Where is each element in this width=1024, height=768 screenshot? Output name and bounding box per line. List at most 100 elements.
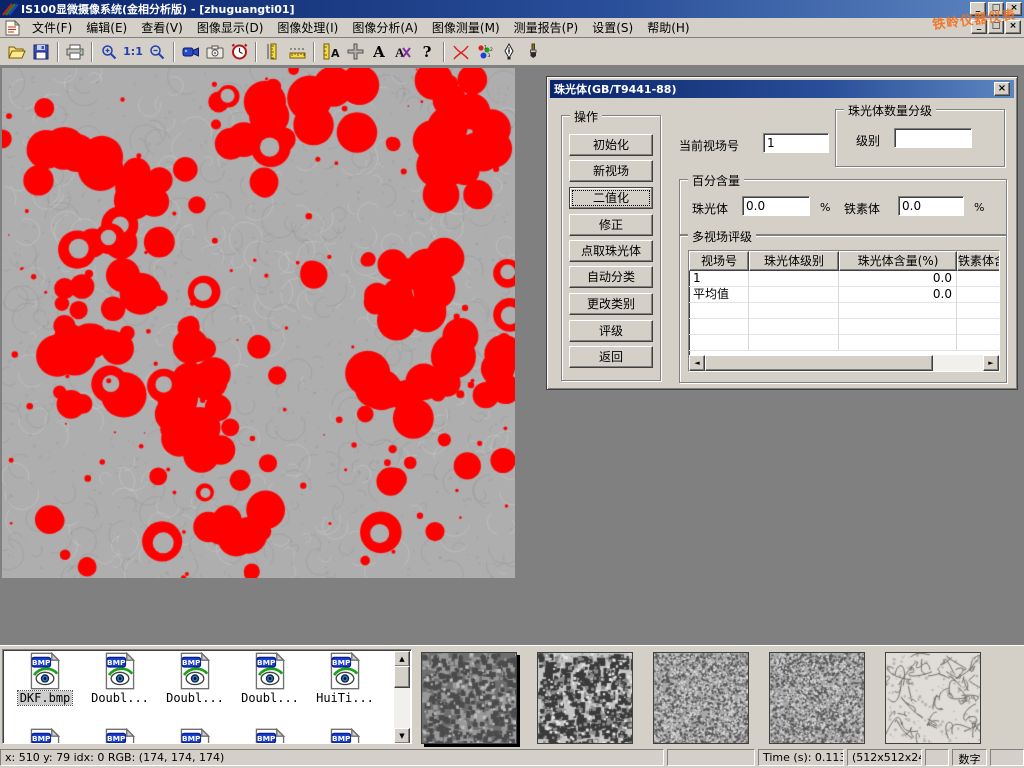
change-class-button[interactable]: 更改类别 [569, 293, 653, 315]
multi-field-group: 多视场评级 视场号 珠光体级别 珠光体含量(%) 铁素体含量(%) 1 0.0 … [679, 235, 1007, 383]
file-item[interactable] [309, 728, 381, 744]
horizontal-ruler-icon [289, 45, 306, 59]
timer-clock-button[interactable] [227, 40, 251, 64]
file-item[interactable]: Doubl... [84, 652, 156, 705]
count-marks-button[interactable]: 123 [473, 40, 497, 64]
table-row[interactable] [689, 335, 999, 351]
menu-bar: 文件(F) 编辑(E) 查看(V) 图像显示(D) 图像处理(I) 图像分析(A… [0, 18, 1024, 38]
table-row[interactable]: 1 0.0 [689, 271, 999, 287]
file-item[interactable] [234, 728, 306, 744]
calibrate-ruler-icon: A [323, 43, 340, 60]
init-button[interactable]: 初始化 [569, 134, 653, 156]
preview-thumbnail-1[interactable] [421, 652, 517, 744]
mdi-restore-button[interactable]: □ [988, 20, 1004, 34]
cell [839, 303, 957, 319]
cell [839, 319, 957, 335]
scroll-right-icon[interactable]: ► [983, 355, 999, 371]
grade-button[interactable]: 评级 [569, 320, 653, 342]
cell [749, 335, 839, 351]
dialog-close-button[interactable]: × [994, 82, 1010, 96]
menu-image-display[interactable]: 图像显示(D) [190, 19, 271, 37]
delete-annotation-button[interactable]: A [391, 40, 415, 64]
correct-button[interactable]: 修正 [569, 214, 653, 236]
col-field-number[interactable]: 视场号 [689, 251, 749, 271]
col-pearlite-grade[interactable]: 珠光体级别 [749, 251, 839, 271]
operation-group: 操作 初始化 新视场 二值化 修正 点取珠光体 自动分类 更改类别 评级 返回 [561, 115, 661, 381]
file-item[interactable] [9, 728, 81, 744]
cell [957, 287, 1000, 303]
calibrate-ruler-button[interactable]: A [319, 40, 343, 64]
actual-size-button[interactable]: 1:1 [121, 40, 145, 64]
zoom-in-button[interactable] [97, 40, 121, 64]
metallographic-image[interactable] [2, 68, 515, 578]
scrollbar-track[interactable] [933, 355, 983, 371]
menu-file[interactable]: 文件(F) [25, 19, 79, 37]
col-ferrite-content[interactable]: 铁素体含量(%) [957, 251, 1000, 271]
table-row[interactable] [689, 303, 999, 319]
text-annotation-button[interactable]: A [367, 40, 391, 64]
curve-measure-button[interactable] [449, 40, 473, 64]
col-pearlite-content[interactable]: 珠光体含量(%) [839, 251, 957, 271]
scroll-up-icon[interactable]: ▲ [394, 651, 410, 667]
restore-button[interactable]: □ [988, 2, 1004, 16]
move-cross-button[interactable] [343, 40, 367, 64]
preview-thumbnail-4[interactable] [769, 652, 865, 744]
close-button[interactable]: × [1006, 2, 1022, 16]
scroll-left-icon[interactable]: ◄ [689, 355, 705, 371]
preview-thumbnail-2[interactable] [537, 652, 633, 744]
video-camera-icon [182, 45, 200, 59]
mdi-close-button[interactable]: × [1005, 20, 1021, 34]
ferrite-percent-input[interactable] [898, 196, 964, 216]
print-button[interactable] [63, 40, 87, 64]
mdi-minimize-button[interactable]: _ [971, 20, 987, 34]
horizontal-ruler-button[interactable] [285, 40, 309, 64]
pick-pearlite-button[interactable]: 点取珠光体 [569, 240, 653, 262]
file-item[interactable] [84, 728, 156, 744]
text-annotation-icon: A [373, 43, 385, 61]
brush-button[interactable] [521, 40, 545, 64]
image-size-info: (512x512x24) [847, 749, 922, 766]
svg-text:3: 3 [488, 53, 491, 59]
help-button[interactable]: ? [415, 40, 439, 64]
preview-thumbnail-3[interactable] [653, 652, 749, 744]
open-button[interactable] [5, 40, 29, 64]
cell: 0.0 [839, 271, 957, 287]
vertical-ruler-button[interactable] [261, 40, 285, 64]
title-bar: IS100显微摄像系统(金相分析版) - [zhuguangti01] _ □ … [0, 0, 1024, 18]
cell [957, 271, 1000, 287]
scroll-down-icon[interactable]: ▼ [394, 728, 410, 744]
table-row[interactable]: 平均值 0.0 [689, 287, 999, 303]
preview-thumbnail-5[interactable] [885, 652, 981, 744]
menu-image-analysis[interactable]: 图像分析(A) [345, 19, 425, 37]
file-item[interactable]: HuiTi... [309, 652, 381, 705]
toolbar-separator [443, 42, 445, 62]
pen-button[interactable] [497, 40, 521, 64]
new-field-button[interactable]: 新视场 [569, 160, 653, 182]
file-item-dkf[interactable]: DKF.bmp [9, 652, 81, 705]
menu-view[interactable]: 查看(V) [134, 19, 190, 37]
pearlite-percent-input[interactable] [742, 196, 810, 216]
menu-help[interactable]: 帮助(H) [640, 19, 696, 37]
return-button[interactable]: 返回 [569, 346, 653, 368]
file-item[interactable] [159, 728, 231, 744]
grade-level-input[interactable] [894, 128, 972, 148]
menu-image-measure[interactable]: 图像测量(M) [425, 19, 507, 37]
video-camera-button[interactable] [179, 40, 203, 64]
file-item[interactable]: Doubl... [159, 652, 231, 705]
capture-camera-button[interactable] [203, 40, 227, 64]
menu-image-process[interactable]: 图像处理(I) [270, 19, 345, 37]
table-row[interactable] [689, 319, 999, 335]
auto-classify-button[interactable]: 自动分类 [569, 266, 653, 288]
binarize-button[interactable]: 二值化 [569, 187, 653, 209]
menu-edit[interactable]: 编辑(E) [79, 19, 134, 37]
zoom-out-button[interactable] [145, 40, 169, 64]
minimize-button[interactable]: _ [970, 2, 986, 16]
current-field-input[interactable] [763, 133, 829, 153]
save-button[interactable] [29, 40, 53, 64]
file-item[interactable]: Doubl... [234, 652, 306, 705]
menu-measure-report[interactable]: 测量报告(P) [507, 19, 586, 37]
scrollbar-thumb[interactable] [705, 355, 933, 371]
open-folder-icon [8, 44, 26, 60]
menu-settings[interactable]: 设置(S) [585, 19, 640, 37]
scrollbar-thumb[interactable] [394, 666, 410, 688]
